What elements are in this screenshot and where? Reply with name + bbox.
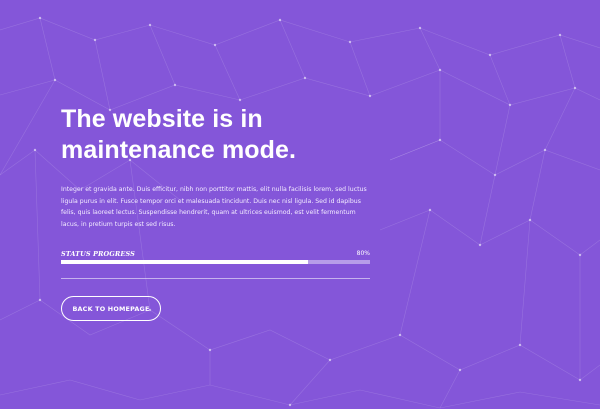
progress-track bbox=[61, 260, 370, 264]
hero-content: The website is in maintenance mode. Inte… bbox=[61, 104, 371, 230]
divider bbox=[61, 278, 370, 279]
progress-label: STATUS PROGRESS bbox=[61, 250, 135, 258]
page-title: The website is in maintenance mode. bbox=[61, 104, 371, 166]
status-progress: STATUS PROGRESS 80% bbox=[61, 250, 370, 264]
progress-fill bbox=[61, 260, 309, 264]
back-to-homepage-button[interactable]: BACK TO HOMEPAGE bbox=[61, 296, 161, 321]
progress-percent: 80% bbox=[356, 250, 370, 257]
title-line-2: maintenance mode. bbox=[61, 136, 297, 164]
hero-description: Integer et gravida ante. Duis efficitur,… bbox=[61, 186, 367, 228]
progress-labels: STATUS PROGRESS 80% bbox=[61, 250, 370, 260]
title-line-1: The website is in bbox=[61, 105, 263, 133]
